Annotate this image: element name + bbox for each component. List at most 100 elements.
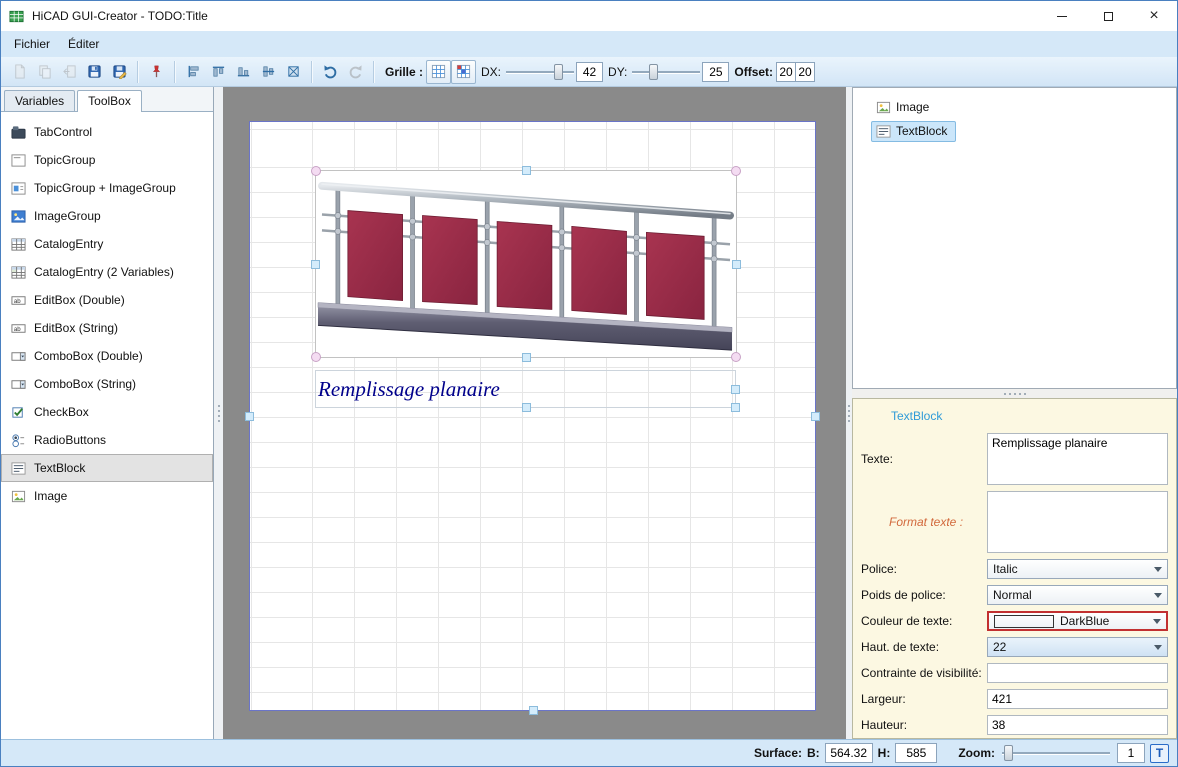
surface-label: Surface: xyxy=(754,746,802,760)
toolbox-item-catalogentry[interactable]: CatalogEntry xyxy=(1,230,213,258)
haut-combobox[interactable]: 22 xyxy=(987,637,1168,657)
same-size-button[interactable] xyxy=(281,60,306,84)
splitter-grip-dot xyxy=(848,420,850,422)
splitter-grip-dot xyxy=(1019,393,1021,395)
app-icon xyxy=(9,9,24,24)
surface-h-input[interactable] xyxy=(895,743,937,763)
grid-toggle-button[interactable] xyxy=(426,60,451,84)
surface-b-input[interactable] xyxy=(825,743,873,763)
left-panel: Variables ToolBox TabControl TopicGroupTo… xyxy=(1,87,214,739)
resize-handle[interactable] xyxy=(811,412,820,421)
police-combobox[interactable]: Italic xyxy=(987,559,1168,579)
toolbox-item-editbox-string[interactable]: abEditBox (String) xyxy=(1,314,213,342)
dx-slider[interactable] xyxy=(504,62,576,82)
resize-handle[interactable] xyxy=(311,260,320,269)
toolbox-item-catalogentry-2-variables[interactable]: CatalogEntry (2 Variables) xyxy=(1,258,213,286)
zoom-slider[interactable] xyxy=(1000,743,1112,763)
grid-snap-button[interactable] xyxy=(451,60,476,84)
design-page[interactable]: Remplissage planaire xyxy=(249,121,816,711)
save-icon xyxy=(87,64,102,79)
zoom-slider-thumb[interactable] xyxy=(1004,745,1013,761)
save-as-button[interactable] xyxy=(107,60,132,84)
pin-button[interactable] xyxy=(144,60,169,84)
resize-handle[interactable] xyxy=(731,166,741,176)
redo-button[interactable] xyxy=(343,60,368,84)
dx-value-input[interactable] xyxy=(576,62,603,82)
minimize-button[interactable] xyxy=(1039,1,1085,31)
splitter-grip-dot xyxy=(848,415,850,417)
toolbox-item-editbox-double[interactable]: abEditBox (Double) xyxy=(1,286,213,314)
resize-handle[interactable] xyxy=(732,260,741,269)
texte-input[interactable]: Remplissage planaire xyxy=(987,433,1168,485)
align-left-button[interactable] xyxy=(181,60,206,84)
dx-slider-thumb[interactable] xyxy=(554,64,563,80)
toolbox-item-textblock[interactable]: TextBlock xyxy=(1,454,213,482)
contrainte-input[interactable] xyxy=(987,663,1168,683)
copy-button[interactable] xyxy=(32,60,57,84)
properties-panel: TextBlock Texte: Remplissage planaire Fo… xyxy=(852,398,1177,739)
resize-handle[interactable] xyxy=(522,403,531,412)
resize-handle[interactable] xyxy=(731,352,741,362)
topicgroup-imagegroup-icon xyxy=(11,181,26,196)
dy-slider[interactable] xyxy=(630,62,702,82)
toolbox-item-topicgroup[interactable]: TopicGroup xyxy=(1,146,213,174)
align-bottom-button[interactable] xyxy=(231,60,256,84)
left-splitter[interactable] xyxy=(214,87,223,739)
new-icon xyxy=(12,64,27,79)
combobox-icon xyxy=(11,377,26,392)
property-row-format: Format texte : xyxy=(861,491,1168,553)
toolbox-item-imagegroup[interactable]: ImageGroup xyxy=(1,202,213,230)
texte-label: Texte: xyxy=(861,452,987,466)
toolbox-item-checkbox[interactable]: CheckBox xyxy=(1,398,213,426)
menu-fichier[interactable]: Fichier xyxy=(5,33,59,55)
undo-button[interactable] xyxy=(318,60,343,84)
splitter-grip-dot xyxy=(218,415,220,417)
resize-handle[interactable] xyxy=(311,166,321,176)
properties-splitter[interactable] xyxy=(852,389,1177,398)
align-top-button[interactable] xyxy=(206,60,231,84)
tab-toolbox[interactable]: ToolBox xyxy=(77,90,142,112)
poids-combobox[interactable]: Normal xyxy=(987,585,1168,605)
toolbox-item-combobox-double[interactable]: ComboBox (Double) xyxy=(1,342,213,370)
resize-handle[interactable] xyxy=(731,385,740,394)
toolbox-item-radiobuttons[interactable]: RadioButtons xyxy=(1,426,213,454)
format-texte-input[interactable] xyxy=(987,491,1168,553)
align-middle-button[interactable] xyxy=(256,60,281,84)
offset-x-input[interactable] xyxy=(776,62,796,82)
couleur-combobox[interactable]: DarkBlue xyxy=(987,611,1168,631)
resize-handle[interactable] xyxy=(731,403,740,412)
new-button[interactable] xyxy=(7,60,32,84)
save-button[interactable] xyxy=(82,60,107,84)
resize-handle[interactable] xyxy=(522,166,531,175)
zoom-value-input[interactable] xyxy=(1117,743,1145,763)
property-row-haut: Haut. de texte: 22 xyxy=(861,637,1168,657)
pin-icon xyxy=(149,64,164,79)
tree-item-image[interactable]: Image xyxy=(853,95,1176,119)
textblock-element[interactable]: Remplissage planaire xyxy=(315,370,736,408)
toolbox-item-label: TabControl xyxy=(34,125,92,139)
image-element[interactable] xyxy=(315,170,737,358)
toolbox-item-combobox-string[interactable]: ComboBox (String) xyxy=(1,370,213,398)
toolbox-item-image[interactable]: Image xyxy=(1,482,213,510)
hauteur-input[interactable] xyxy=(987,715,1168,735)
import-button[interactable] xyxy=(57,60,82,84)
resize-handle[interactable] xyxy=(311,352,321,362)
offset-y-input[interactable] xyxy=(795,62,815,82)
toolbox-item-tabcontrol[interactable]: TabControl xyxy=(1,118,213,146)
close-button[interactable]: × xyxy=(1131,1,1177,31)
dy-slider-thumb[interactable] xyxy=(649,64,658,80)
largeur-input[interactable] xyxy=(987,689,1168,709)
tab-variables[interactable]: Variables xyxy=(4,90,75,111)
toolbox-item-topicgroup-imagegroup[interactable]: TopicGroup + ImageGroup xyxy=(1,174,213,202)
resize-handle[interactable] xyxy=(522,353,531,362)
menu-editer[interactable]: Éditer xyxy=(59,33,108,55)
design-canvas[interactable]: Remplissage planaire xyxy=(223,87,846,739)
tree-item-textblock[interactable]: TextBlock xyxy=(853,119,1176,143)
text-tool-toggle-button[interactable]: T xyxy=(1150,744,1169,763)
toolbox-item-label: Image xyxy=(34,489,67,503)
align-top-icon xyxy=(211,64,226,79)
dy-value-input[interactable] xyxy=(702,62,729,82)
maximize-button[interactable] xyxy=(1085,1,1131,31)
resize-handle[interactable] xyxy=(245,412,254,421)
resize-handle[interactable] xyxy=(529,706,538,715)
